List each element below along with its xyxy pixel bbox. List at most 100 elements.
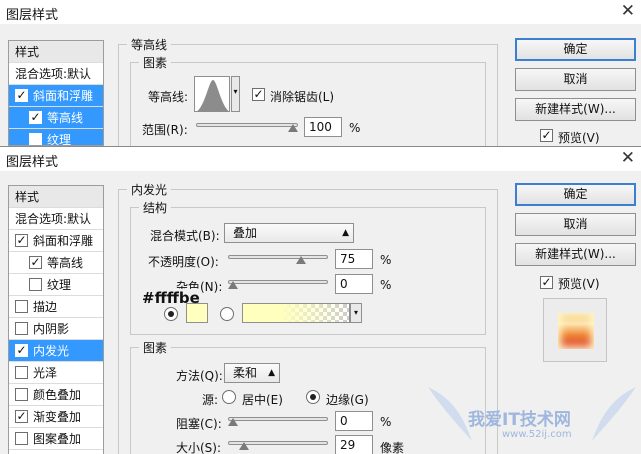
- close-icon[interactable]: ✕: [621, 1, 635, 21]
- new-style-button[interactable]: 新建样式(W)...: [515, 243, 636, 266]
- opacity-input[interactable]: 75: [335, 249, 373, 269]
- list-item-stroke[interactable]: 描边: [9, 296, 103, 318]
- choke-input[interactable]: 0: [335, 411, 373, 431]
- checkbox-checked-icon[interactable]: ✓: [15, 410, 28, 423]
- styles-header: 样式: [9, 186, 103, 208]
- styles-list: 样式 混合选项:默认 ✓ 斜面和浮雕 ✓ 等高线 纹理 描边 内阴影 ✓ 内发光: [8, 185, 104, 454]
- list-item-inner-glow[interactable]: ✓ 内发光: [9, 340, 103, 362]
- new-style-button[interactable]: 新建样式(W)...: [515, 98, 636, 121]
- contour-label: 等高线:: [148, 90, 189, 104]
- section-title: 内发光: [127, 181, 172, 198]
- list-item-bevel-emboss[interactable]: ✓ 斜面和浮雕: [9, 85, 103, 107]
- list-item-pattern-overlay[interactable]: 图案叠加: [9, 428, 103, 450]
- method-label: 方法(Q):: [176, 369, 223, 383]
- anti-alias-label: 消除锯齿(L): [270, 90, 335, 104]
- size-label: 大小(S):: [176, 441, 222, 454]
- preview-checkbox[interactable]: ✓: [540, 129, 553, 142]
- checkbox-unchecked-icon[interactable]: [15, 300, 28, 313]
- noise-input[interactable]: 0: [335, 274, 373, 294]
- close-icon[interactable]: ✕: [621, 148, 635, 168]
- cancel-button[interactable]: 取消: [515, 68, 636, 91]
- opacity-unit: %: [380, 253, 392, 267]
- choke-slider[interactable]: [228, 417, 328, 421]
- noise-slider[interactable]: [228, 280, 328, 284]
- choke-slider-thumb[interactable]: [228, 418, 238, 426]
- checkbox-unchecked-icon[interactable]: [15, 366, 28, 379]
- dialog-title: 图层样式: [6, 155, 59, 170]
- layer-style-dialog-top: 图层样式 ✕ 样式 混合选项:默认 ✓ 斜面和浮雕 ✓ 等高线 纹理 等高线 图…: [0, 0, 641, 146]
- contour-curve-icon: [196, 80, 230, 112]
- color-radio[interactable]: [164, 307, 178, 321]
- checkbox-unchecked-icon[interactable]: [29, 278, 42, 291]
- range-input[interactable]: 100: [304, 117, 342, 137]
- title-bar: 图层样式 ✕: [0, 0, 641, 24]
- styles-list: 样式 混合选项:默认 ✓ 斜面和浮雕 ✓ 等高线 纹理: [8, 40, 104, 146]
- preview-label: 预览(V): [558, 277, 600, 291]
- list-item-gradient-overlay[interactable]: ✓ 渐变叠加: [9, 406, 103, 428]
- blend-mode-label: 混合模式(B):: [150, 229, 220, 243]
- checkbox-checked-icon[interactable]: ✓: [15, 344, 28, 357]
- list-item-contour[interactable]: ✓ 等高线: [9, 107, 103, 129]
- contour-picker[interactable]: [194, 76, 230, 112]
- source-label: 源:: [202, 393, 219, 407]
- styles-header: 样式: [9, 41, 103, 63]
- group-title: 图素: [139, 339, 172, 356]
- checkbox-unchecked-icon[interactable]: [15, 388, 28, 401]
- list-item-texture[interactable]: 纹理: [9, 274, 103, 296]
- range-slider-thumb[interactable]: [288, 124, 298, 132]
- list-item-texture[interactable]: 纹理: [9, 129, 103, 145]
- range-unit: %: [349, 121, 361, 135]
- style-preview-thumbnail: [543, 298, 607, 362]
- source-edge-label: 边缘(G): [326, 393, 369, 407]
- noise-slider-thumb[interactable]: [228, 281, 238, 289]
- source-center-radio[interactable]: [222, 390, 236, 404]
- noise-unit: %: [380, 278, 392, 292]
- list-item-blending-options[interactable]: 混合选项:默认: [9, 208, 103, 230]
- updown-arrow-icon: ▲: [342, 228, 349, 238]
- preview-checkbox[interactable]: ✓: [540, 276, 553, 289]
- list-item-inner-shadow[interactable]: 内阴影: [9, 318, 103, 340]
- list-item-contour[interactable]: ✓ 等高线: [9, 252, 103, 274]
- list-item-blending-options[interactable]: 混合选项:默认: [9, 63, 103, 85]
- source-edge-radio[interactable]: [306, 390, 320, 404]
- list-item-bevel-emboss[interactable]: ✓ 斜面和浮雕: [9, 230, 103, 252]
- cancel-button[interactable]: 取消: [515, 213, 636, 236]
- size-unit: 像素: [380, 441, 405, 454]
- blend-mode-select[interactable]: 叠加 ▲: [224, 223, 354, 243]
- watermark-url: www.52ij.com: [502, 429, 572, 440]
- gradient-radio[interactable]: [220, 307, 234, 321]
- ok-button[interactable]: 确定: [515, 38, 636, 61]
- gradient-swatch[interactable]: [242, 303, 350, 323]
- choke-unit: %: [380, 415, 392, 429]
- chevron-down-icon[interactable]: ▾: [350, 303, 362, 323]
- checkbox-checked-icon[interactable]: ✓: [29, 111, 42, 124]
- group-title: 图素: [139, 54, 172, 71]
- range-label: 范围(R):: [142, 123, 188, 137]
- chevron-down-icon[interactable]: ▾: [231, 76, 240, 112]
- size-slider-thumb[interactable]: [238, 442, 249, 450]
- opacity-slider-thumb[interactable]: [295, 256, 306, 264]
- checkbox-unchecked-icon[interactable]: [15, 322, 28, 335]
- preview-label: 预览(V): [558, 131, 600, 145]
- glow-color-swatch[interactable]: [186, 303, 208, 323]
- source-center-label: 居中(E): [242, 393, 283, 407]
- opacity-label: 不透明度(O):: [148, 255, 219, 269]
- checkbox-unchecked-icon[interactable]: [15, 432, 28, 445]
- group-title: 结构: [139, 199, 172, 216]
- section-title: 等高线: [127, 36, 172, 53]
- list-item-color-overlay[interactable]: 颜色叠加: [9, 384, 103, 406]
- dialog-title: 图层样式: [6, 8, 59, 23]
- choke-label: 阻塞(C):: [176, 417, 222, 431]
- layer-style-dialog-bottom: 图层样式 ✕ 样式 混合选项:默认 ✓ 斜面和浮雕 ✓ 等高线 纹理 描边 内阴…: [0, 146, 641, 454]
- checkbox-checked-icon[interactable]: ✓: [15, 89, 28, 102]
- size-input[interactable]: 29: [335, 435, 373, 454]
- opacity-slider[interactable]: [228, 255, 328, 259]
- range-slider[interactable]: [196, 123, 298, 127]
- ok-button[interactable]: 确定: [515, 183, 636, 206]
- checkbox-checked-icon[interactable]: ✓: [29, 256, 42, 269]
- list-item-satin[interactable]: 光泽: [9, 362, 103, 384]
- checkbox-unchecked-icon[interactable]: [29, 133, 42, 145]
- method-select[interactable]: 柔和 ▲: [224, 363, 280, 383]
- checkbox-checked-icon[interactable]: ✓: [15, 234, 28, 247]
- anti-alias-checkbox[interactable]: ✓: [252, 88, 265, 101]
